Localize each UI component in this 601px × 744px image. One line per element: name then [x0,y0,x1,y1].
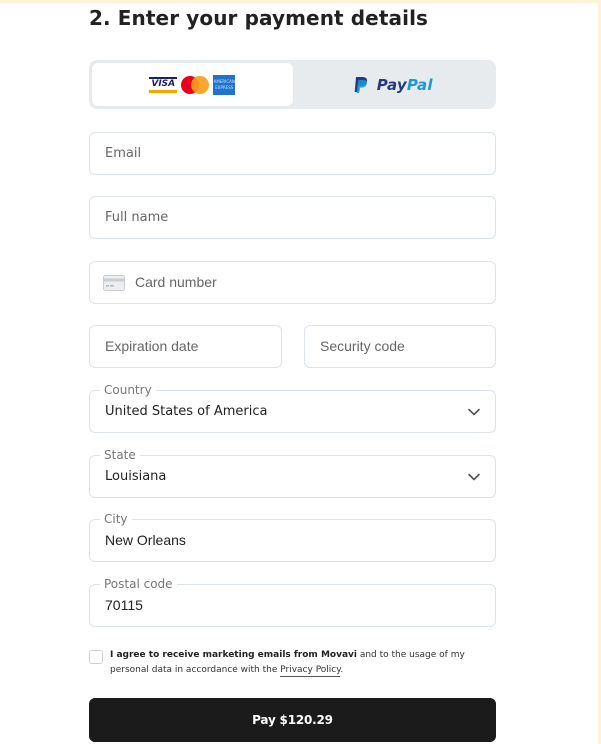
card-number-field[interactable]: Card number [89,261,496,304]
privacy-policy-link[interactable]: Privacy Policy [280,665,341,677]
consent-suffix: . [340,665,344,675]
security-code-field[interactable]: Security code [304,325,496,368]
consent-text: I agree to receive marketing emails from… [110,648,500,678]
state-value: Louisiana [105,469,167,484]
mastercard-icon [181,75,210,94]
full-name-placeholder: Full name [105,210,169,225]
paypal-icon [354,76,367,93]
paypal-logo: PayPal [353,76,433,94]
tab-card-payment[interactable]: VISA AMERICAN EXPRESS [92,63,293,106]
state-label: State [100,447,140,463]
visa-icon: VISA [149,76,178,93]
state-select[interactable]: State Louisiana [89,447,496,498]
email-placeholder: Email [105,146,142,161]
marketing-consent-checkbox[interactable] [89,650,103,664]
expiration-date-placeholder: Expiration date [105,338,199,354]
security-code-placeholder: Security code [320,338,405,354]
postal-code-label: Postal code [100,576,177,592]
pay-button[interactable]: Pay $120.29 [89,698,496,742]
postal-code-field[interactable]: Postal code 70115 [89,576,496,627]
consent-bold-text: I agree to receive marketing emails from… [110,650,357,660]
full-name-field[interactable]: Full name [89,196,496,239]
amex-icon: AMERICAN EXPRESS [213,74,236,95]
email-field[interactable]: Email [89,132,496,175]
paypal-text-pal: Pal [406,75,433,94]
credit-card-icon [103,275,125,291]
city-label: City [100,511,132,527]
paypal-text-pay: Pay [376,75,407,94]
city-value: New Orleans [105,532,186,548]
payment-method-switch: VISA AMERICAN EXPRESS PayPal [89,60,496,109]
chevron-down-icon [468,408,480,416]
expiration-date-field[interactable]: Expiration date [89,325,282,368]
card-logos: VISA AMERICAN EXPRESS [149,74,236,95]
card-number-placeholder: Card number [135,274,217,290]
country-select[interactable]: Country United States of America [89,382,496,433]
city-field[interactable]: City New Orleans [89,511,496,562]
chevron-down-icon [468,473,480,481]
country-value: United States of America [105,404,268,419]
section-title: 2. Enter your payment details [89,6,429,30]
tab-paypal[interactable]: PayPal [293,63,494,106]
postal-code-value: 70115 [105,597,143,613]
country-label: Country [100,382,156,398]
